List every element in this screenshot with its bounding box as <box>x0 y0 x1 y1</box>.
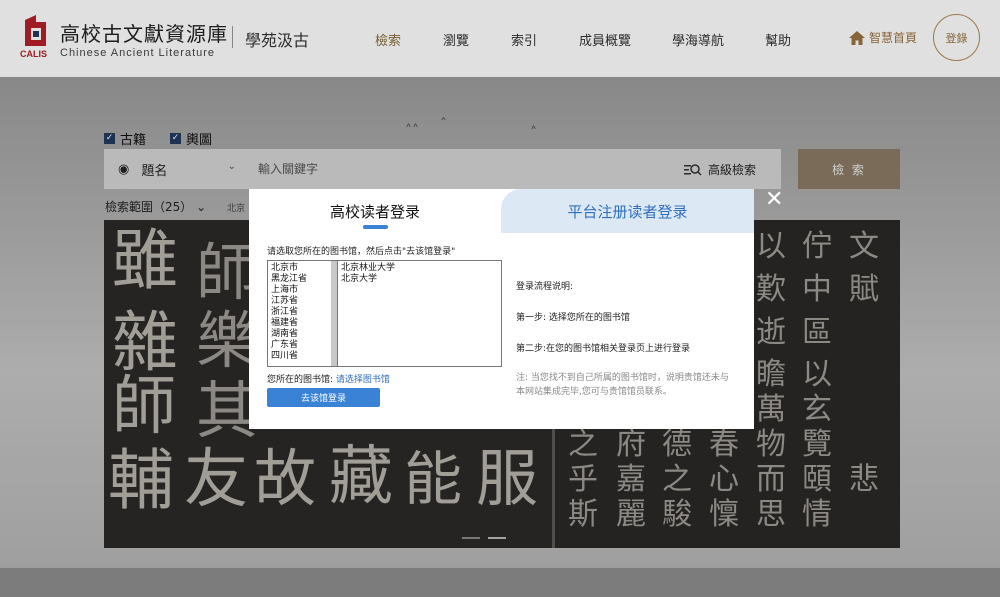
province-option[interactable]: 浙江省 <box>271 307 334 318</box>
login-modal: 高校读者登录 平台注册读者登录 请选取您所在的图书馆，然后点击"去该馆登录" 北… <box>249 189 754 429</box>
province-option[interactable]: 湖南省 <box>271 329 334 340</box>
library-instruction: 请选取您所在的图书馆，然后点击"去该馆登录" <box>267 247 456 257</box>
selected-library-label: 您所在的图书馆: <box>267 375 334 385</box>
selected-library-row: 您所在的图书馆: 请选择图书馆 <box>267 372 390 385</box>
process-step-1: 第一步: 选择您所在的图书馆 <box>516 313 630 323</box>
process-title: 登录流程说明: <box>516 282 574 292</box>
library-option[interactable]: 北京大学 <box>341 274 498 285</box>
active-tab-indicator <box>363 225 388 229</box>
tab-platform-reader-login[interactable]: 平台注册读者登录 <box>501 189 754 233</box>
province-option[interactable]: 广东省 <box>271 340 334 351</box>
library-listbox[interactable]: 北京林业大学 北京大学 <box>337 260 502 367</box>
close-icon[interactable]: ✕ <box>765 189 783 211</box>
go-library-login-button[interactable]: 去该馆登录 <box>267 388 380 407</box>
province-option[interactable]: 福建省 <box>271 318 334 329</box>
province-listbox[interactable]: 北京市 黑龙江省 上海市 江苏省 浙江省 福建省 湖南省 广东省 四川省 <box>267 260 338 367</box>
process-note: 注: 当您找不到自己所属的图书馆时，说明贵馆还未与本网站集成完毕,您可与贵馆馆员… <box>516 373 729 397</box>
province-option[interactable]: 北京市 <box>271 263 334 274</box>
province-option[interactable]: 四川省 <box>271 351 334 362</box>
province-option[interactable]: 江苏省 <box>271 296 334 307</box>
library-option[interactable]: 北京林业大学 <box>341 263 498 274</box>
process-step-2: 第二步:在您的图书馆相关登录页上进行登录 <box>516 344 691 354</box>
province-option[interactable]: 上海市 <box>271 285 334 296</box>
select-library-link[interactable]: 请选择图书馆 <box>336 375 390 385</box>
province-option[interactable]: 黑龙江省 <box>271 274 334 285</box>
